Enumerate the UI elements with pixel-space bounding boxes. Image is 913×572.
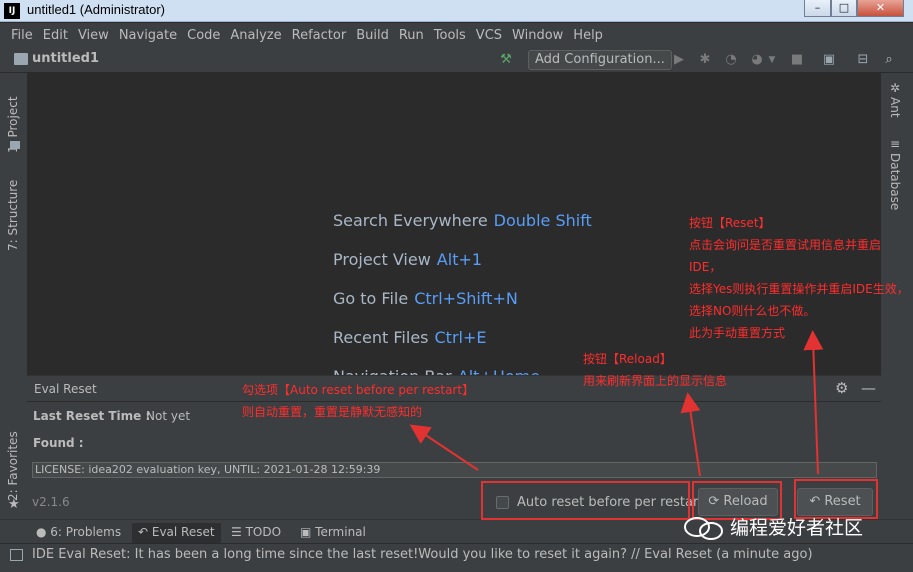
annotation-auto-reset: 勾选项【Auto reset before per restart】 则自动重置…	[242, 379, 474, 423]
annotation-line: 按钮【Reset】	[689, 216, 771, 230]
annotation-line: 则自动重置，重置是静默无感知的	[242, 405, 423, 419]
annotation-reset: 按钮【Reset】 点击会询问是否重置试用信息并重启IDE， 选择Yes则执行重…	[689, 212, 913, 344]
annotation-line: 用来刷新界面上的显示信息	[583, 374, 728, 388]
arrow-to-reload-note	[680, 392, 701, 477]
annotation-line: 选择Yes则执行重置操作并重启IDE生效，	[689, 282, 909, 296]
arrow-to-auto-note	[409, 424, 479, 471]
wechat-logo-icon	[683, 515, 725, 541]
annotation-line: 点击会询问是否重置试用信息并重启IDE，	[689, 238, 882, 274]
arrow-to-reset-note	[803, 330, 824, 475]
annotation-line: 选择NO则什么也不做。	[689, 304, 816, 318]
annotation-line: 勾选项【Auto reset before per restart】	[242, 383, 475, 397]
annotation-line: 按钮【Reload】	[583, 352, 672, 366]
annotation-line: 此为手动重置方式	[689, 326, 786, 340]
watermark-text: 编程爱好者社区	[730, 517, 864, 539]
annotation-reload: 按钮【Reload】 用来刷新界面上的显示信息	[583, 348, 727, 392]
